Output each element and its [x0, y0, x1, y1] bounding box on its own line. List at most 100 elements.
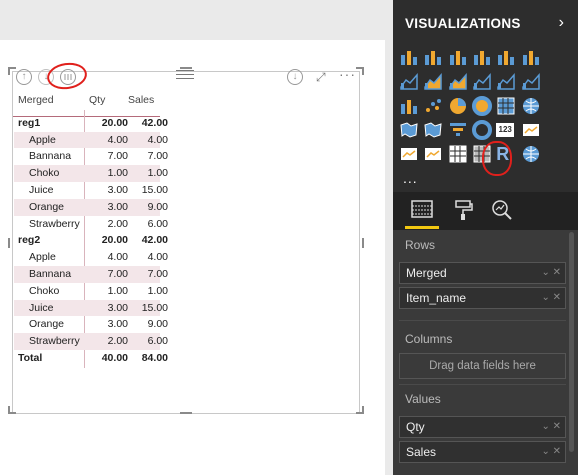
pie-chart-icon[interactable] — [448, 96, 468, 116]
values-field-sales-label: Sales — [406, 445, 437, 459]
resize-handle-top[interactable] — [180, 67, 192, 69]
more-options-icon[interactable]: ··· — [339, 66, 356, 82]
row-label: reg2 — [18, 234, 41, 247]
map-icon[interactable] — [521, 96, 541, 116]
values-field-qty[interactable]: Qty ⌄ ✕ — [399, 416, 566, 438]
table-icon[interactable] — [448, 144, 468, 164]
stacked-bar-chart-icon[interactable] — [399, 47, 419, 67]
rows-field-item-name[interactable]: Item_name ⌄ ✕ — [399, 287, 566, 309]
fields-tab-icon[interactable] — [410, 198, 434, 222]
ribbon-chart-icon[interactable] — [521, 71, 541, 91]
columns-section-label: Columns — [405, 332, 453, 346]
row-label: Total — [18, 351, 43, 364]
header-sales[interactable]: Sales — [128, 92, 168, 109]
qty-cell: 40.00 — [101, 351, 128, 364]
sales-cell: 9.00 — [147, 200, 168, 213]
sales-cell: 84.00 — [141, 351, 168, 364]
resize-handle-left[interactable] — [8, 238, 10, 248]
columns-drop-zone[interactable]: Drag data fields here — [399, 353, 566, 379]
analytics-magnifier-icon[interactable] — [490, 198, 514, 222]
sales-cell: 1.00 — [147, 167, 168, 180]
sales-cell: 15.00 — [141, 183, 168, 196]
line-chart-icon[interactable] — [399, 71, 419, 91]
multi-row-card-icon[interactable] — [521, 120, 541, 140]
rows-field-merged-label: Merged — [406, 266, 447, 280]
values-field-qty-label: Qty — [406, 420, 425, 434]
sales-cell: 1.00 — [147, 284, 168, 297]
field-controls[interactable]: ⌄ ✕ — [541, 442, 561, 462]
section-divider — [399, 320, 566, 321]
qty-cell: 7.00 — [107, 267, 128, 280]
qty-cell: 20.00 — [101, 234, 128, 247]
qty-cell: 4.00 — [107, 133, 128, 146]
qty-cell: 4.00 — [107, 251, 128, 264]
scatter-chart-icon[interactable] — [423, 96, 443, 116]
sales-cell: 6.00 — [147, 335, 168, 348]
field-controls[interactable]: ⌄ ✕ — [541, 288, 561, 308]
qty-cell: 7.00 — [107, 150, 128, 163]
sales-cell: 42.00 — [141, 116, 168, 129]
header-merged[interactable]: Merged — [18, 92, 84, 109]
pane-title: VISUALIZATIONS — [405, 16, 521, 31]
area-chart-icon[interactable] — [423, 71, 443, 91]
collapse-chevron-icon[interactable]: › — [559, 14, 564, 32]
resize-handle-right[interactable] — [362, 238, 364, 248]
sales-cell: 6.00 — [147, 217, 168, 230]
shape-map-icon[interactable] — [423, 120, 443, 140]
rows-section-label: Rows — [405, 238, 436, 252]
kpi-icon[interactable] — [399, 144, 419, 164]
stacked-area-chart-icon[interactable] — [448, 71, 468, 91]
sales-cell: 4.00 — [147, 251, 168, 264]
rows-field-item-name-label: Item_name — [406, 291, 467, 305]
wells-scrollbar[interactable] — [569, 232, 574, 452]
resize-handle-bottom-left-v[interactable] — [8, 406, 10, 414]
clustered-column-chart-icon[interactable] — [472, 47, 492, 67]
card-icon-text: 123 — [496, 122, 515, 137]
waterfall-chart-icon[interactable] — [399, 96, 419, 116]
100-stacked-column-chart-icon[interactable] — [521, 47, 541, 67]
drill-up-icon[interactable]: ↑ — [16, 69, 32, 85]
header-qty[interactable]: Qty — [89, 92, 133, 109]
stacked-column-chart-icon[interactable] — [423, 47, 443, 67]
values-section-label: Values — [405, 392, 441, 406]
card-icon[interactable]: 123 — [496, 120, 516, 140]
qty-cell: 2.00 — [107, 217, 128, 230]
resize-handle-top-left-v[interactable] — [8, 67, 10, 75]
line-and-column-chart-icon[interactable] — [472, 71, 492, 91]
resize-handle-bottom-right-v[interactable] — [362, 406, 364, 414]
100-stacked-bar-chart-icon[interactable] — [496, 47, 516, 67]
active-tab-indicator — [405, 226, 439, 229]
sales-cell: 42.00 — [141, 234, 168, 247]
sales-cell: 7.00 — [147, 150, 168, 163]
qty-cell: 20.00 — [101, 116, 128, 129]
field-controls[interactable]: ⌄ ✕ — [541, 263, 561, 283]
qty-cell: 3.00 — [107, 301, 128, 314]
drill-down-toggle-icon[interactable]: ↓ — [287, 69, 303, 85]
field-controls[interactable]: ⌄ ✕ — [541, 417, 561, 437]
format-roller-icon[interactable] — [452, 198, 476, 222]
slicer-icon[interactable] — [423, 144, 443, 164]
funnel-icon[interactable] — [448, 120, 468, 140]
qty-cell: 1.00 — [107, 284, 128, 297]
sales-cell: 15.00 — [141, 301, 168, 314]
resize-handle-bottom[interactable] — [180, 412, 192, 414]
qty-cell: 2.00 — [107, 335, 128, 348]
values-field-sales[interactable]: Sales ⌄ ✕ — [399, 441, 566, 463]
sales-cell: 4.00 — [147, 133, 168, 146]
resize-handle-top-right-v[interactable] — [362, 67, 364, 75]
line-and-clustered-column-chart-icon[interactable] — [496, 71, 516, 91]
qty-cell: 3.00 — [107, 318, 128, 331]
section-divider — [399, 384, 566, 385]
more-visuals-icon[interactable]: ... — [403, 170, 418, 186]
clustered-bar-chart-icon[interactable] — [448, 47, 468, 67]
filled-map-icon[interactable] — [399, 120, 419, 140]
qty-cell: 1.00 — [107, 167, 128, 180]
globe-icon[interactable] — [521, 144, 541, 164]
gauge-icon[interactable] — [471, 119, 492, 140]
focus-mode-icon[interactable]: ⤢ — [316, 70, 330, 84]
treemap-icon[interactable] — [496, 96, 516, 116]
donut-chart-icon[interactable] — [471, 95, 492, 116]
rows-field-merged[interactable]: Merged ⌄ ✕ — [399, 262, 566, 284]
drag-grip-icon[interactable] — [176, 70, 194, 80]
sales-cell: 9.00 — [147, 318, 168, 331]
